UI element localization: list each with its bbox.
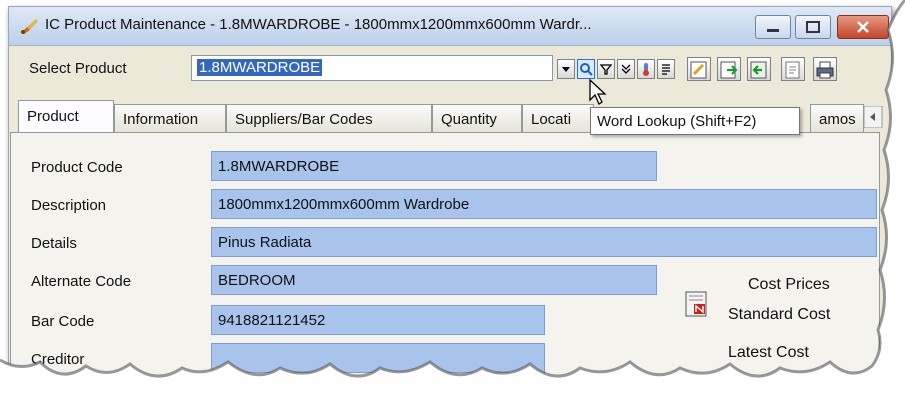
filter-button[interactable] [597, 59, 615, 79]
alternate-code-field[interactable]: BEDROOM [211, 265, 657, 295]
close-icon [857, 21, 869, 33]
description-field[interactable]: 1800mmx1200mmx600mm Wardrobe [211, 189, 877, 219]
tab-scroll-left-icon[interactable] [864, 106, 904, 128]
export-icon [720, 61, 738, 79]
minimize-button[interactable] [755, 15, 791, 39]
document-button[interactable] [781, 57, 805, 81]
import-button[interactable] [747, 57, 771, 81]
maximize-icon [806, 21, 820, 33]
tab-product[interactable]: Product [18, 100, 114, 132]
latest-cost-label: Latest Cost [728, 344, 809, 361]
print-button[interactable] [813, 57, 837, 81]
dropdown-button[interactable] [557, 59, 575, 79]
filter-icon [599, 64, 613, 75]
word-lookup-tooltip: Word Lookup (Shift+F2) [590, 107, 800, 135]
document-icon [785, 61, 800, 79]
edit-note-button[interactable] [687, 57, 711, 81]
standard-cost-label: Standard Cost [728, 306, 831, 323]
minimize-icon [767, 29, 779, 32]
thermometer-button[interactable] [637, 59, 655, 79]
select-product-label: Select Product [29, 60, 127, 77]
expand-button[interactable] [617, 59, 635, 79]
import-icon [750, 61, 767, 79]
edit-note-icon [690, 61, 707, 79]
report-document-icon[interactable] [684, 290, 710, 320]
details-field[interactable]: Pinus Radiata [211, 227, 877, 257]
tab-suppliers-bar-codes[interactable]: Suppliers/Bar Codes [226, 104, 432, 132]
cost-prices-title: Cost Prices [748, 276, 830, 293]
list-button[interactable] [657, 59, 675, 79]
word-lookup-button[interactable] [577, 59, 595, 79]
bar-code-field[interactable]: 9418821121452 [211, 305, 545, 335]
description-label: Description [31, 197, 107, 214]
close-button[interactable] [837, 15, 889, 39]
details-label: Details [31, 235, 77, 252]
brush-icon [21, 19, 38, 34]
bar-code-label: Bar Code [31, 313, 95, 330]
window-title: IC Product Maintenance - 1.8MWARDROBE - … [45, 16, 592, 33]
select-product-input[interactable]: 1.8MWARDROBE [191, 55, 553, 81]
tab-promos[interactable]: amos [810, 104, 864, 132]
export-button[interactable] [717, 57, 741, 81]
print-icon [816, 61, 834, 79]
product-code-label: Product Code [31, 159, 123, 176]
select-product-value: 1.8MWARDROBE [197, 59, 323, 76]
maximize-button[interactable] [795, 15, 831, 39]
thermometer-icon [643, 63, 649, 76]
tab-information[interactable]: Information [114, 104, 226, 132]
select-product-row: Select Product 1.8MWARDROBE [9, 51, 891, 85]
tab-locations[interactable]: Locati [522, 104, 594, 132]
alternate-code-label: Alternate Code [31, 273, 132, 290]
word-lookup-icon [580, 63, 593, 76]
list-icon [662, 64, 670, 75]
expand-icon [621, 64, 631, 74]
creditor-field[interactable] [211, 343, 545, 373]
tab-quantity[interactable]: Quantity [432, 104, 522, 132]
title-bar[interactable]: IC Product Maintenance - 1.8MWARDROBE - … [9, 7, 891, 46]
creditor-label: Creditor [31, 351, 85, 368]
dropdown-arrow-icon [562, 67, 570, 72]
mouse-pointer-icon [589, 78, 607, 105]
product-code-field[interactable]: 1.8MWARDROBE [211, 151, 657, 181]
